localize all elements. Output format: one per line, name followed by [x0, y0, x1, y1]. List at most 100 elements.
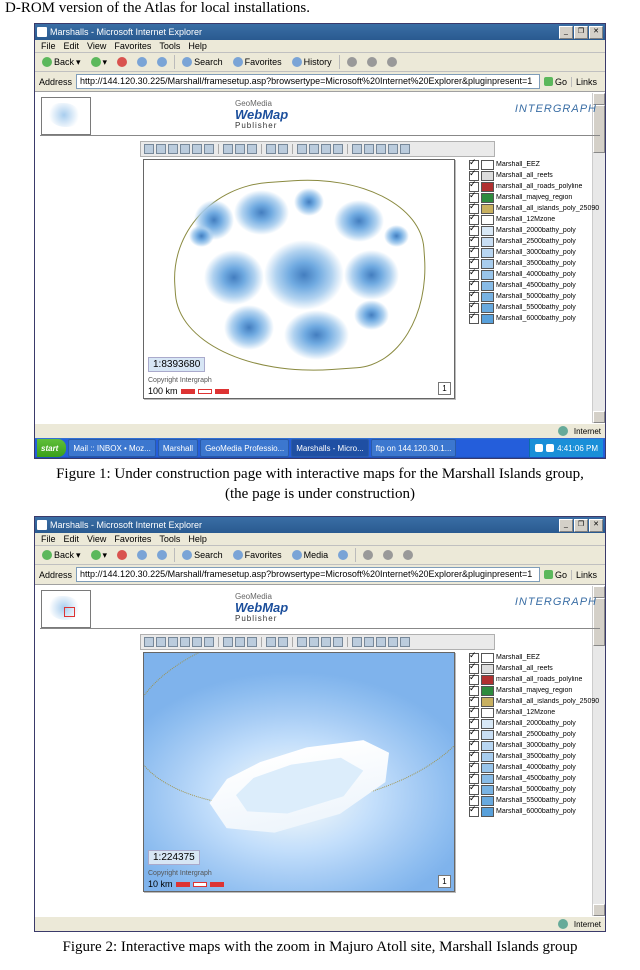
favorites-button[interactable]: Favorites: [230, 56, 285, 68]
mt6-icon[interactable]: [364, 637, 374, 647]
mt3-icon[interactable]: [321, 637, 331, 647]
taskbar-item[interactable]: Mail :: INBOX • Moz...: [68, 439, 155, 457]
print-map-icon[interactable]: [278, 637, 288, 647]
menu-help[interactable]: Help: [188, 534, 207, 544]
mt4-icon[interactable]: [333, 144, 343, 154]
mt1-icon[interactable]: [297, 144, 307, 154]
taskbar-item-active[interactable]: Marshalls - Micro...: [291, 439, 369, 457]
select-icon[interactable]: [235, 637, 245, 647]
pan-icon[interactable]: [168, 637, 178, 647]
taskbar-item[interactable]: Marshall: [158, 439, 198, 457]
menu-view[interactable]: View: [87, 41, 106, 51]
select-icon[interactable]: [235, 144, 245, 154]
system-tray[interactable]: 4:41:06 PM: [529, 439, 603, 457]
info-icon[interactable]: [223, 144, 233, 154]
menu-view[interactable]: View: [87, 534, 106, 544]
mt2-icon[interactable]: [309, 144, 319, 154]
mail-button[interactable]: [344, 56, 360, 68]
layer-visibility-checkbox[interactable]: [469, 807, 479, 817]
zoom-in-icon[interactable]: [144, 144, 154, 154]
map-canvas[interactable]: 1:8393680 Copyright Intergraph 100 km 1: [143, 159, 455, 399]
back-button[interactable]: Back ▾: [39, 56, 84, 69]
maximize-button[interactable]: ❐: [574, 26, 588, 39]
close-button[interactable]: ✕: [589, 519, 603, 532]
search-button[interactable]: Search: [179, 56, 226, 68]
edit-button[interactable]: [400, 549, 416, 561]
address-input[interactable]: http://144.120.30.225/Marshall/framesetu…: [76, 74, 540, 89]
search-button[interactable]: Search: [179, 549, 226, 561]
minimize-button[interactable]: _: [559, 26, 573, 39]
mt1-icon[interactable]: [297, 637, 307, 647]
layer-visibility-checkbox[interactable]: [469, 314, 479, 324]
mail-button[interactable]: [360, 549, 376, 561]
maximize-button[interactable]: ❐: [574, 519, 588, 532]
mt6-icon[interactable]: [364, 144, 374, 154]
mt2-icon[interactable]: [309, 637, 319, 647]
start-button[interactable]: start: [37, 439, 66, 457]
media-button[interactable]: Media: [289, 549, 332, 561]
print-map-icon[interactable]: [278, 144, 288, 154]
print-button[interactable]: [380, 549, 396, 561]
zoom-out-icon[interactable]: [156, 637, 166, 647]
mt7-icon[interactable]: [376, 637, 386, 647]
forward-button[interactable]: ▾: [88, 56, 111, 69]
menu-favorites[interactable]: Favorites: [114, 41, 151, 51]
mt8-icon[interactable]: [388, 637, 398, 647]
menu-tools[interactable]: Tools: [159, 534, 180, 544]
menu-file[interactable]: File: [41, 534, 56, 544]
home-button[interactable]: [154, 549, 170, 561]
taskbar-item[interactable]: ftp on 144.120.30.1...: [371, 439, 457, 457]
next-view-icon[interactable]: [204, 144, 214, 154]
links-button[interactable]: Links: [571, 77, 601, 87]
prev-view-icon[interactable]: [192, 637, 202, 647]
mt7-icon[interactable]: [376, 144, 386, 154]
refresh-button[interactable]: [134, 549, 150, 561]
menu-edit[interactable]: Edit: [64, 534, 80, 544]
menu-file[interactable]: File: [41, 41, 56, 51]
menu-edit[interactable]: Edit: [64, 41, 80, 51]
menu-help[interactable]: Help: [188, 41, 207, 51]
stop-button[interactable]: [114, 56, 130, 68]
mt3-icon[interactable]: [321, 144, 331, 154]
mt5-icon[interactable]: [352, 637, 362, 647]
measure-icon[interactable]: [247, 637, 257, 647]
fit-icon[interactable]: [180, 144, 190, 154]
go-button[interactable]: Go: [544, 77, 567, 87]
favorites-button[interactable]: Favorites: [230, 549, 285, 561]
map-canvas[interactable]: 1:224375 Copyright Intergraph 10 km 1: [143, 652, 455, 892]
zoom-out-icon[interactable]: [156, 144, 166, 154]
go-button[interactable]: Go: [544, 570, 567, 580]
refresh-button[interactable]: [134, 56, 150, 68]
zoom-in-icon[interactable]: [144, 637, 154, 647]
edit-button[interactable]: [384, 56, 400, 68]
links-button[interactable]: Links: [571, 570, 601, 580]
stop-button[interactable]: [114, 549, 130, 561]
refresh-map-icon[interactable]: [266, 637, 276, 647]
pan-icon[interactable]: [168, 144, 178, 154]
mt8-icon[interactable]: [388, 144, 398, 154]
back-button[interactable]: Back ▾: [39, 549, 84, 562]
forward-button[interactable]: ▾: [88, 549, 111, 562]
minimize-button[interactable]: _: [559, 519, 573, 532]
mt9-icon[interactable]: [400, 144, 410, 154]
refresh-map-icon[interactable]: [266, 144, 276, 154]
next-view-icon[interactable]: [204, 637, 214, 647]
overview-thumbnail[interactable]: [41, 97, 91, 135]
overview-thumbnail[interactable]: [41, 590, 91, 628]
mt9-icon[interactable]: [400, 637, 410, 647]
prev-view-icon[interactable]: [192, 144, 202, 154]
close-button[interactable]: ✕: [589, 26, 603, 39]
address-input[interactable]: http://144.120.30.225/Marshall/framesetu…: [76, 567, 540, 582]
history-button[interactable]: [335, 549, 351, 561]
mt5-icon[interactable]: [352, 144, 362, 154]
print-button[interactable]: [364, 56, 380, 68]
info-icon[interactable]: [223, 637, 233, 647]
measure-icon[interactable]: [247, 144, 257, 154]
mt4-icon[interactable]: [333, 637, 343, 647]
fit-icon[interactable]: [180, 637, 190, 647]
menu-favorites[interactable]: Favorites: [114, 534, 151, 544]
menu-tools[interactable]: Tools: [159, 41, 180, 51]
taskbar-item[interactable]: GeoMedia Professio...: [200, 439, 289, 457]
home-button[interactable]: [154, 56, 170, 68]
history-button[interactable]: History: [289, 56, 335, 68]
